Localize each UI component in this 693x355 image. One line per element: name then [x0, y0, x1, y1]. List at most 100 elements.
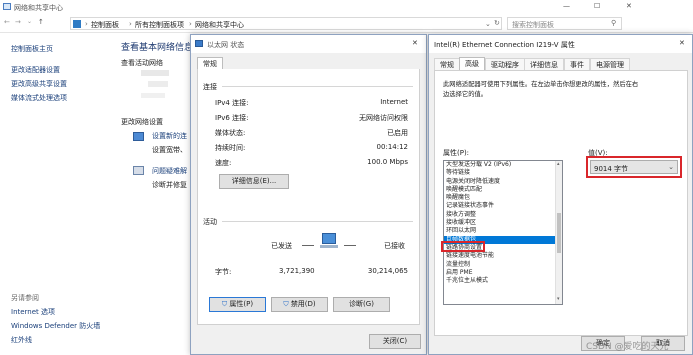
property-list-item[interactable]: 接收方调整	[444, 211, 562, 219]
close-button[interactable]: 关闭(C)	[369, 334, 421, 349]
ethernet-status-dialog: 以太网 状态 ✕ 常规 连接 IPv4 连接: Internet IPv6 连接…	[190, 34, 427, 355]
breadcrumb-item[interactable]: 网络和共享中心	[195, 20, 244, 30]
troubleshoot-desc: 诊断并修复	[152, 181, 187, 189]
property-list-item[interactable]: 电源关闭时降低速度	[444, 178, 562, 186]
dialog-title-bar: 以太网 状态 ✕	[191, 35, 426, 53]
received-label: 已接收	[384, 242, 405, 250]
network-icon	[3, 3, 11, 10]
media-state-label: 媒体状态:	[215, 129, 246, 137]
tab-label: 常规	[203, 60, 217, 68]
chevron-down-icon[interactable]: ⌄	[485, 20, 491, 28]
search-icon[interactable]: ⚲	[611, 19, 616, 27]
speed-label: 速度:	[215, 159, 232, 167]
bytes-sent-value: 3,721,390	[279, 267, 315, 275]
address-bar-row: ← → ⌄ ↑ › 控制面板 › 所有控制面板项 › 网络和共享中心 ⌄ ↻ 搜…	[0, 14, 693, 33]
active-networks-label: 查看活动网络	[121, 59, 163, 67]
received-line	[344, 245, 356, 246]
watermark: CSDN @爱吃的天光	[586, 342, 669, 352]
bytes-received-value: 30,214,065	[367, 267, 408, 275]
close-button[interactable]: ✕	[626, 2, 632, 10]
advanced-tab-panel: 此网络适配器可使用下列属性。在左边单击你想更改的属性，然后在右 边选择它的值。 …	[434, 70, 688, 336]
breadcrumb-item[interactable]: 所有控制面板项	[135, 20, 184, 30]
chevron-up-icon[interactable]: ▴	[557, 161, 560, 167]
dialog-title: 以太网 状态	[207, 41, 245, 49]
value-dropdown-text: 9014 字节	[594, 165, 629, 173]
blurred-network-type	[148, 81, 168, 87]
refresh-icon[interactable]: ↻	[494, 19, 500, 27]
tab-strip: 常规 高级 驱动程序 详细信息 事件 电源管理	[434, 57, 688, 71]
duration-value: 00:14:12	[376, 143, 408, 151]
back-icon[interactable]: ←	[4, 18, 10, 26]
property-list-item[interactable]: 链接速度电池节能	[444, 252, 562, 260]
troubleshoot-link[interactable]: 问题疑难解	[152, 166, 187, 176]
setup-connection-link[interactable]: 设置新的连	[152, 131, 187, 141]
property-list[interactable]: 大型发送分载 V2 (IPv6) 等待链接 电源关闭时降低速度 唤醒模式匹配 唤醒魔包记…	[443, 160, 563, 305]
property-list-item[interactable]: 启用 PME	[444, 269, 562, 277]
speed-value: 100.0 Mbps	[367, 158, 408, 166]
properties-button[interactable]: ⛉ 属性(P)	[209, 297, 266, 312]
value-dropdown[interactable]: 9014 字节 ⌄	[590, 160, 678, 174]
selected-property-highlight	[441, 241, 485, 252]
sidebar-link-infrared[interactable]: 红外线	[11, 335, 32, 345]
sidebar-link-adapter-settings[interactable]: 更改适配器设置	[11, 65, 60, 75]
breadcrumb-item[interactable]: 控制面板	[91, 20, 119, 30]
property-list-item[interactable]: 等待链接	[444, 169, 562, 177]
ipv4-value: Internet	[380, 98, 408, 106]
scrollbar-thumb[interactable]	[557, 213, 561, 253]
search-placeholder: 搜索控制面板	[512, 21, 554, 29]
setup-connection-desc: 设置宽带、	[152, 146, 187, 154]
blurred-network-detail	[141, 93, 165, 98]
sidebar-link-firewall[interactable]: Windows Defender 防火墙	[11, 321, 100, 331]
chevron-down-icon[interactable]: ⌄	[27, 18, 32, 25]
property-list-item[interactable]: 千兆位主从模式	[444, 277, 562, 285]
property-list-item[interactable]: 流量控制	[444, 261, 562, 269]
close-icon[interactable]: ✕	[412, 39, 418, 47]
troubleshoot-icon	[133, 166, 144, 175]
ipv6-value: 无网络访问权限	[359, 114, 408, 122]
up-icon[interactable]: ↑	[38, 18, 44, 26]
window-title: 网络和共享中心	[14, 4, 63, 12]
dialog-title-bar: Intel(R) Ethernet Connection I219-V 属性 ✕	[429, 35, 692, 53]
activity-section-title: 活动	[203, 218, 217, 226]
chevron-down-icon[interactable]: ▾	[557, 296, 560, 302]
blurred-network-name	[141, 70, 169, 76]
description-line-1: 此网络适配器可使用下列属性。在左边单击你想更改的属性，然后在右	[443, 81, 639, 88]
shield-icon: ⛉	[283, 300, 289, 308]
sidebar-link-internet-options[interactable]: Internet 选项	[11, 307, 55, 317]
list-scrollbar[interactable]: ▴ ▾	[555, 161, 562, 304]
sidebar-link-media-streaming[interactable]: 媒体流式处理选项	[11, 93, 67, 103]
address-bar[interactable]: › 控制面板 › 所有控制面板项 › 网络和共享中心 ⌄ ↻	[70, 17, 502, 30]
chevron-down-icon: ⌄	[668, 163, 674, 171]
minimize-button[interactable]: —	[563, 2, 570, 10]
sidebar-link-sharing-settings[interactable]: 更改高级共享设置	[11, 79, 67, 89]
title-bar: 网络和共享中心 — ☐ ✕	[0, 0, 693, 14]
property-list-item[interactable]: 记录链接状态事件	[444, 202, 562, 210]
dialog-title: Intel(R) Ethernet Connection I219-V 属性	[434, 41, 575, 49]
property-list-item[interactable]: 唤醒模式匹配	[444, 186, 562, 194]
general-tab-panel: 连接 IPv4 连接: Internet IPv6 连接: 无网络访问权限 媒体…	[197, 69, 420, 325]
new-connection-icon	[133, 132, 144, 141]
diagnose-button[interactable]: 诊断(G)	[333, 297, 390, 312]
adapter-properties-dialog: Intel(R) Ethernet Connection I219-V 属性 ✕…	[428, 34, 693, 355]
forward-icon[interactable]: →	[15, 18, 21, 26]
ipv6-label: IPv6 连接:	[215, 114, 249, 122]
ethernet-icon	[195, 40, 203, 47]
shield-icon: ⛉	[221, 300, 228, 308]
maximize-button[interactable]: ☐	[594, 2, 600, 10]
sent-line	[302, 245, 314, 246]
property-list-item[interactable]: 环回以太网	[444, 227, 562, 235]
sidebar-home-link[interactable]: 控制面板主页	[11, 44, 53, 54]
duration-label: 持续时间:	[215, 144, 246, 152]
tab-advanced[interactable]: 高级	[459, 57, 485, 70]
disable-button[interactable]: ⛉ 禁用(D)	[271, 297, 328, 312]
close-icon[interactable]: ✕	[679, 39, 685, 47]
sent-label: 已发送	[271, 242, 292, 250]
bytes-label: 字节:	[215, 268, 232, 276]
control-panel-icon	[73, 20, 81, 28]
search-input[interactable]: 搜索控制面板 ⚲	[507, 17, 622, 30]
details-button[interactable]: 详细信息(E)...	[219, 174, 289, 189]
page-title: 查看基本网络信息	[121, 43, 194, 53]
media-state-value: 已启用	[387, 129, 408, 137]
see-also-heading: 另请参阅	[11, 294, 39, 302]
description-line-2: 边选择它的值。	[443, 91, 488, 98]
